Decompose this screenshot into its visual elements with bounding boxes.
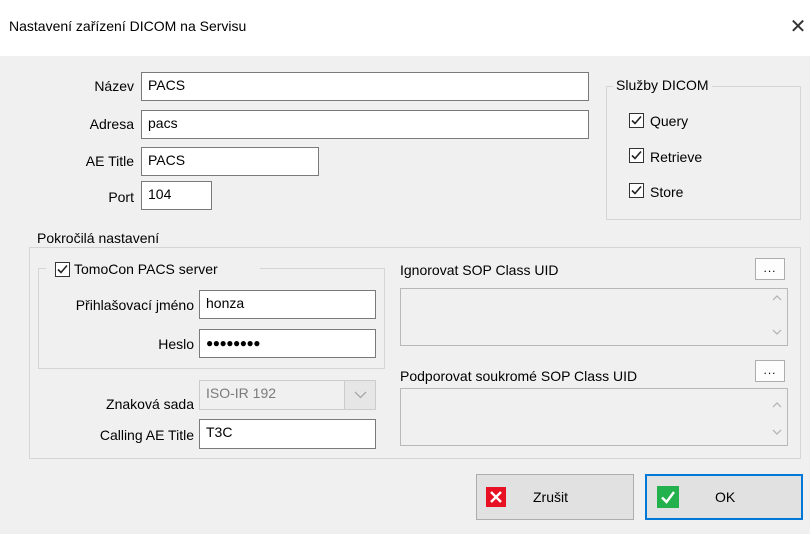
password-input[interactable]: ●●●●●●●●	[199, 329, 376, 358]
checkmark-icon	[631, 185, 642, 195]
private-sop-textarea[interactable]	[400, 388, 788, 446]
cancel-button[interactable]: Zrušit	[476, 474, 634, 520]
ignore-sop-textarea[interactable]	[400, 288, 788, 346]
query-checkbox[interactable]	[629, 113, 644, 128]
retrieve-checkbox[interactable]	[629, 148, 644, 163]
scroll-up-icon[interactable]	[770, 398, 784, 415]
name-input[interactable]: PACS	[141, 72, 589, 101]
retrieve-label: Retrieve	[650, 149, 703, 165]
checkmark-icon	[57, 264, 68, 274]
cancel-icon	[486, 487, 506, 507]
checkmark-icon	[657, 486, 679, 508]
name-label: Název	[94, 78, 134, 94]
advanced-legend: Pokročilá nastavení	[34, 230, 163, 246]
checkmark-icon	[631, 150, 642, 160]
scroll-up-icon[interactable]	[770, 291, 784, 308]
ae-title-label: AE Title	[85, 153, 134, 169]
query-label: Query	[650, 113, 689, 129]
tomocon-label: TomoCon PACS server	[74, 261, 218, 277]
ae-title-input[interactable]: PACS	[141, 147, 319, 176]
ok-button[interactable]: OK	[645, 474, 803, 520]
private-sop-browse-button[interactable]: ...	[755, 360, 785, 382]
private-sop-label: Podporovat soukromé SOP Class UID	[400, 368, 638, 384]
ignore-sop-browse-button[interactable]: ...	[755, 258, 785, 280]
scroll-down-icon[interactable]	[770, 425, 784, 442]
port-input[interactable]: 104	[141, 181, 212, 210]
tomocon-checkbox[interactable]	[55, 262, 70, 277]
services-legend: Služby DICOM	[613, 77, 712, 93]
window-title: Nastavení zařízení DICOM na Servisu	[9, 18, 247, 34]
cancel-label: Zrušit	[533, 489, 568, 505]
address-label: Adresa	[89, 116, 134, 132]
checkmark-icon	[631, 115, 642, 125]
chevron-down-icon[interactable]	[344, 381, 375, 409]
ignore-sop-label: Ignorovat SOP Class UID	[400, 262, 559, 278]
close-icon[interactable]: ✕	[787, 14, 809, 40]
password-label: Heslo	[158, 336, 194, 352]
address-input[interactable]: pacs	[141, 110, 589, 139]
charset-label: Znaková sada	[106, 396, 194, 412]
store-checkbox[interactable]	[629, 183, 644, 198]
ok-label: OK	[715, 489, 736, 505]
login-label: Přihlašovací jméno	[75, 297, 194, 313]
login-input[interactable]: honza	[199, 290, 376, 319]
scroll-down-icon[interactable]	[770, 325, 784, 342]
calling-ae-input[interactable]: T3C	[199, 419, 376, 449]
store-label: Store	[650, 184, 684, 200]
calling-ae-label: Calling AE Title	[99, 427, 194, 443]
port-label: Port	[108, 189, 134, 205]
